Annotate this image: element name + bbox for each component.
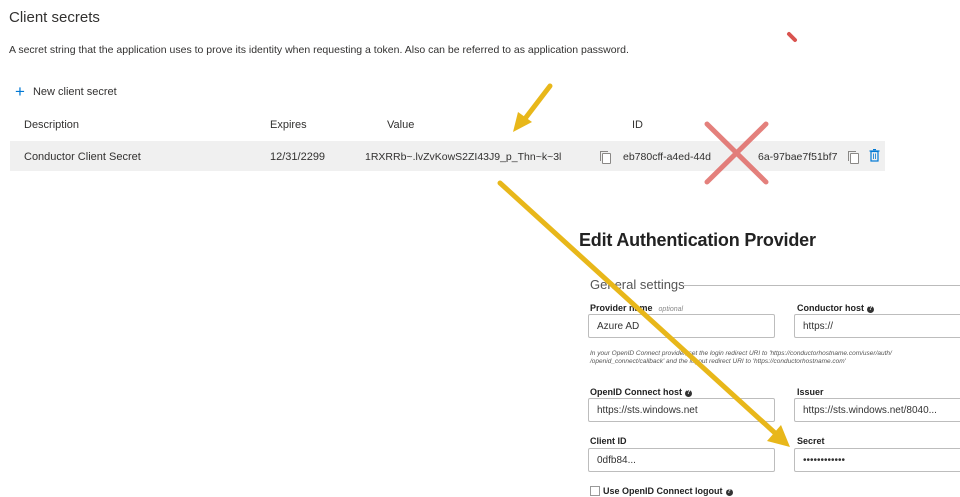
arrow-to-secret-icon xyxy=(497,180,790,447)
red-mark xyxy=(787,32,797,42)
annotation-overlay xyxy=(497,32,797,447)
arrow-to-value-icon xyxy=(513,83,553,132)
red-x-icon xyxy=(704,121,769,185)
